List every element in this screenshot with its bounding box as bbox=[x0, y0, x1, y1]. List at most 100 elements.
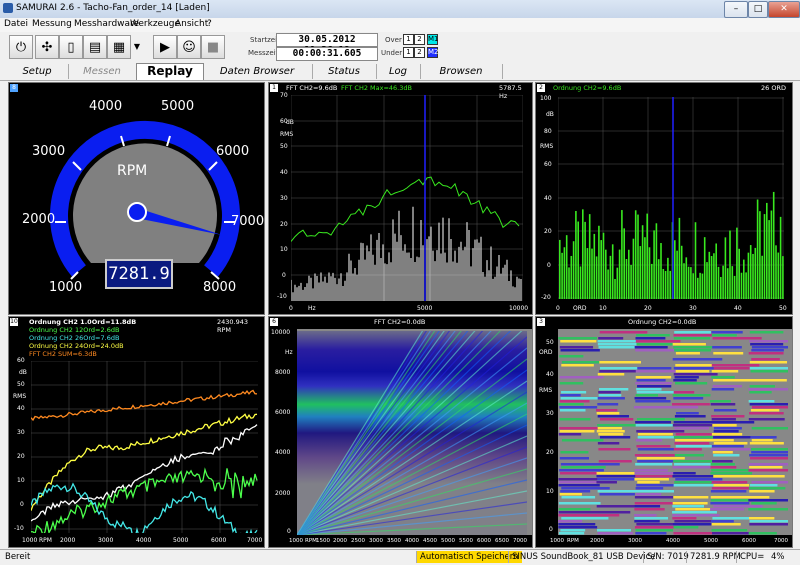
menu-help[interactable]: ? bbox=[207, 19, 212, 29]
play-icon[interactable]: ▶ bbox=[153, 35, 177, 59]
curve-ytick: -10 bbox=[14, 525, 24, 532]
order-plot bbox=[558, 97, 784, 299]
power-icon[interactable]: ⏻ bbox=[9, 35, 33, 59]
waterfall-axis-bg bbox=[269, 329, 297, 547]
order-waterfall-band bbox=[712, 517, 751, 520]
order-waterfall-band bbox=[674, 454, 704, 457]
layout-icon[interactable]: ▦ bbox=[107, 35, 131, 59]
tab-setup[interactable]: Setup bbox=[6, 64, 69, 79]
order-waterfall-band bbox=[635, 421, 672, 424]
order-waterfall-band bbox=[712, 439, 734, 442]
order-bar bbox=[703, 237, 706, 299]
order-waterfall-unit-rms: RMS bbox=[539, 387, 553, 394]
order-waterfall-band bbox=[751, 346, 788, 349]
order-bar bbox=[623, 228, 625, 299]
order-bar bbox=[646, 213, 648, 299]
order-bar bbox=[568, 267, 570, 299]
tab-browsen[interactable]: Browsen bbox=[420, 64, 503, 79]
order-waterfall-band bbox=[561, 391, 587, 394]
tab-log[interactable]: Log bbox=[376, 64, 421, 79]
chart-settings-icon[interactable]: ▤ bbox=[83, 35, 107, 59]
waterfall-xtick: 2000 bbox=[333, 538, 347, 544]
autosave-indicator[interactable]: Automatisch Speichern bbox=[416, 551, 522, 563]
order-waterfall-band bbox=[561, 364, 594, 367]
fft-xtick: 5000 bbox=[417, 305, 433, 312]
order-ytick: 40 bbox=[544, 195, 552, 202]
order-waterfall-band bbox=[637, 436, 675, 439]
new-document-icon[interactable]: ▯ bbox=[59, 35, 83, 59]
marker-m1[interactable]: M1 bbox=[427, 34, 439, 45]
waterfall-xtick: 5000 bbox=[441, 538, 455, 544]
order-waterfall-band bbox=[711, 376, 735, 379]
tacho-tick: 6000 bbox=[216, 144, 250, 159]
stop-icon[interactable]: ■ bbox=[201, 35, 225, 59]
cpu-label: CPU= bbox=[736, 551, 767, 563]
menu-ansicht[interactable]: Ansicht bbox=[175, 19, 208, 29]
order-bar bbox=[708, 251, 711, 299]
waterfall-yunit: Hz bbox=[285, 349, 293, 356]
close-button[interactable]: ✕ bbox=[768, 1, 800, 18]
order-waterfall-band bbox=[751, 349, 784, 352]
order-bar bbox=[662, 269, 665, 299]
recording-user-icon[interactable]: ☺ bbox=[177, 35, 201, 59]
minimize-button[interactable]: – bbox=[724, 1, 748, 18]
order-waterfall-band bbox=[558, 502, 601, 505]
curve-legend: Ordnung CH2 24Ord=24.0dB bbox=[29, 342, 124, 350]
order-bar bbox=[729, 230, 731, 299]
order-waterfall-band bbox=[559, 418, 591, 421]
order-waterfall-band bbox=[672, 403, 710, 406]
maximize-button[interactable]: □ bbox=[748, 1, 768, 18]
menu-werkzeuge[interactable]: Werkzeuge bbox=[130, 19, 180, 29]
order-xtick: 20 bbox=[644, 305, 652, 312]
order-waterfall-band bbox=[673, 526, 699, 529]
order-bar bbox=[759, 211, 761, 299]
menu-datei[interactable]: Datei bbox=[4, 19, 28, 29]
menu-messung[interactable]: Messung bbox=[32, 19, 72, 29]
order-waterfall-band bbox=[751, 502, 777, 505]
order-bar bbox=[692, 273, 694, 299]
order-waterfall-band bbox=[672, 406, 699, 409]
order-waterfall-xtick: 5000 bbox=[704, 538, 718, 544]
dropdown-arrow-icon[interactable]: ▼ bbox=[131, 35, 143, 57]
curve-legend: Ordnung CH2 12Ord=2.6dB bbox=[29, 326, 120, 334]
marker-m2[interactable]: M2 bbox=[427, 47, 439, 58]
order-waterfall-band bbox=[673, 337, 711, 340]
order-waterfall-band bbox=[674, 376, 699, 379]
tab-daten-browser[interactable]: Daten Browser bbox=[202, 64, 313, 79]
order-bar bbox=[674, 240, 676, 299]
order-waterfall-band bbox=[748, 517, 775, 520]
order-waterfall-band bbox=[710, 403, 736, 406]
order-waterfall-band bbox=[675, 382, 708, 385]
order-bar bbox=[667, 257, 669, 299]
fft-legend: FFT CH2=9.6dB bbox=[286, 84, 338, 92]
order-waterfall-band bbox=[710, 490, 747, 493]
order-waterfall-band bbox=[561, 496, 596, 499]
fft-ytick: 10 bbox=[280, 246, 288, 253]
order-bar bbox=[717, 266, 720, 299]
order-bar bbox=[740, 272, 743, 299]
order-waterfall-band bbox=[672, 475, 721, 478]
order-waterfall-band bbox=[634, 469, 668, 472]
order-waterfall-band bbox=[712, 532, 752, 535]
order-waterfall-band bbox=[636, 334, 670, 337]
waterfall-ytick: 6000 bbox=[275, 409, 291, 416]
order-waterfall-band bbox=[711, 415, 745, 418]
order-waterfall-band bbox=[673, 448, 702, 451]
order-bar bbox=[770, 210, 773, 299]
order-waterfall-band bbox=[675, 412, 699, 415]
order-waterfall-band bbox=[597, 478, 636, 481]
waterfall-plot bbox=[297, 331, 527, 535]
tab-messen[interactable]: Messen bbox=[68, 64, 137, 79]
tab-status[interactable]: Status bbox=[312, 64, 377, 79]
order-waterfall-band bbox=[637, 481, 660, 484]
order-bar bbox=[637, 214, 639, 299]
order-waterfall-band bbox=[710, 400, 731, 403]
order-bar bbox=[768, 220, 770, 299]
tab-replay[interactable]: Replay bbox=[136, 63, 204, 80]
order-waterfall-band bbox=[634, 517, 669, 520]
hardware-icon[interactable]: ✣ bbox=[35, 35, 59, 59]
under-chan2: 2 bbox=[414, 47, 425, 58]
order-bar bbox=[572, 241, 575, 299]
order-waterfall-band bbox=[749, 442, 784, 445]
order-xtick: 50 bbox=[779, 305, 787, 312]
